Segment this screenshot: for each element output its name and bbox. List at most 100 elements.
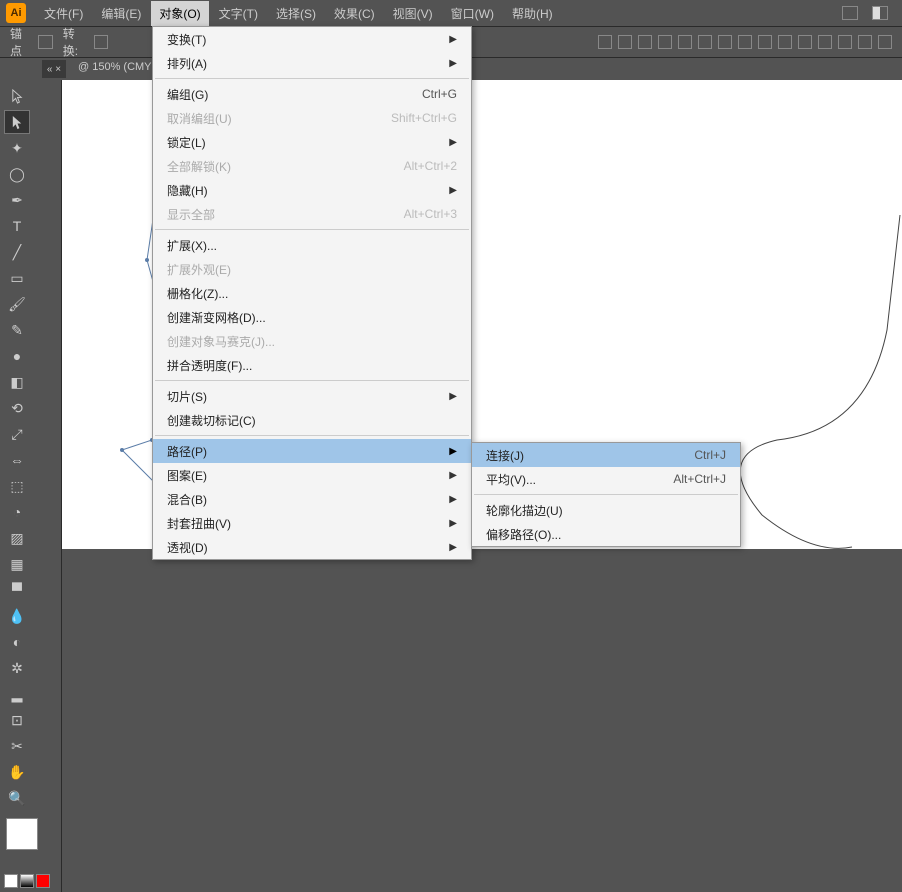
align-6[interactable]: [698, 35, 712, 49]
pencil-tool[interactable]: ✎: [4, 318, 30, 342]
menu-2[interactable]: 对象(O): [151, 1, 208, 26]
menu-3[interactable]: 文字(T): [211, 1, 266, 26]
mesh-tool[interactable]: ▦: [4, 552, 30, 576]
dd-item-4: 取消编组(U)Shift+Ctrl+G: [153, 106, 471, 130]
dd-item-10[interactable]: 扩展(X)...: [153, 233, 471, 257]
dd-arrow-5: ▶: [449, 137, 457, 148]
dd-label-20: 路径(P): [167, 443, 207, 460]
eyedropper-tool[interactable]: 💧: [4, 604, 30, 628]
shape-builder-tool[interactable]: ◔: [4, 500, 30, 524]
dd-item-15[interactable]: 拼合透明度(F)...: [153, 353, 471, 377]
align-12[interactable]: [818, 35, 832, 49]
dd-item-13[interactable]: 创建渐变网格(D)...: [153, 305, 471, 329]
fill-swatch[interactable]: [6, 818, 38, 850]
align-1[interactable]: [598, 35, 612, 49]
hand-tool[interactable]: ✋: [4, 760, 30, 784]
sm-item-4[interactable]: 偏移路径(O)...: [472, 522, 740, 546]
dd-label-15: 拼合透明度(F)...: [167, 357, 252, 374]
dd-label-5: 锁定(L): [167, 134, 206, 151]
width-tool[interactable]: ⇔: [4, 448, 30, 472]
graph-tool[interactable]: ▂: [4, 682, 30, 706]
align-10[interactable]: [778, 35, 792, 49]
menu-6[interactable]: 视图(V): [385, 1, 441, 26]
layout-icon-2[interactable]: [872, 6, 888, 20]
color-mode-2[interactable]: [20, 874, 34, 888]
dd-item-21[interactable]: 图案(E) ▶: [153, 463, 471, 487]
eraser-tool[interactable]: ◧: [4, 370, 30, 394]
rectangle-tool[interactable]: ▭: [4, 266, 30, 290]
paintbrush-tool[interactable]: 🖌: [4, 292, 30, 316]
gradient-tool[interactable]: ▀: [4, 578, 30, 602]
dd-item-17[interactable]: 切片(S)▶: [153, 384, 471, 408]
convert-icon[interactable]: [94, 35, 108, 49]
artboard-tool[interactable]: ⊡: [4, 708, 30, 732]
align-4[interactable]: [658, 35, 672, 49]
free-transform-tool[interactable]: ⬚: [4, 474, 30, 498]
sm-item-1[interactable]: 平均(V)...Alt+Ctrl+J: [472, 467, 740, 491]
selection-tool[interactable]: [4, 84, 30, 108]
slice-tool[interactable]: ✂: [4, 734, 30, 758]
dd-item-12[interactable]: 栅格化(Z)...: [153, 281, 471, 305]
direct-selection-tool[interactable]: [4, 110, 30, 134]
dd-item-7[interactable]: 隐藏(H)▶: [153, 178, 471, 202]
dd-label-24: 透视(D): [167, 539, 208, 556]
zoom-tool[interactable]: 🔍: [4, 786, 30, 810]
menu-5[interactable]: 效果(C): [326, 1, 383, 26]
document-tab[interactable]: @ 150% (CMY: [70, 58, 160, 80]
anchor-label: 锚点: [10, 25, 28, 59]
dd-item-24[interactable]: 透视(D)▶: [153, 535, 471, 559]
align-9[interactable]: [758, 35, 772, 49]
sm-item-3[interactable]: 轮廓化描边(U): [472, 498, 740, 522]
align-13[interactable]: [838, 35, 852, 49]
app-logo: Ai: [6, 3, 26, 23]
dd-label-21: 图案(E): [167, 467, 207, 484]
align-15[interactable]: [878, 35, 892, 49]
dd-item-18[interactable]: 创建裁切标记(C): [153, 408, 471, 432]
menu-1[interactable]: 编辑(E): [93, 1, 149, 26]
align-5[interactable]: [678, 35, 692, 49]
dd-item-1[interactable]: 排列(A)▶: [153, 51, 471, 75]
dd-item-0[interactable]: 变换(T)▶: [153, 27, 471, 51]
panel-collapse[interactable]: « ×: [42, 60, 66, 78]
dd-item-23[interactable]: 封套扭曲(V)▶: [153, 511, 471, 535]
dd-label-12: 栅格化(Z)...: [167, 285, 228, 302]
align-11[interactable]: [798, 35, 812, 49]
dd-item-3[interactable]: 编组(G)Ctrl+G: [153, 82, 471, 106]
type-tool[interactable]: T: [4, 214, 30, 238]
menu-0[interactable]: 文件(F): [36, 1, 91, 26]
sm-label-1: 平均(V)...: [486, 471, 536, 488]
sm-item-0[interactable]: 连接(J)Ctrl+J: [472, 443, 740, 467]
magic-wand-tool[interactable]: ✦: [4, 136, 30, 160]
align-group: [598, 35, 892, 49]
align-2[interactable]: [618, 35, 632, 49]
blob-brush-tool[interactable]: ●: [4, 344, 30, 368]
dd-arrow-21: ▶: [449, 470, 457, 481]
layout-icon-1[interactable]: [842, 6, 858, 20]
dd-item-22[interactable]: 混合(B)▶: [153, 487, 471, 511]
dd-item-5[interactable]: 锁定(L) ▶: [153, 130, 471, 154]
sm-sep-2: [474, 494, 738, 495]
align-3[interactable]: [638, 35, 652, 49]
dd-sep-19: [155, 435, 469, 436]
menu-8[interactable]: 帮助(H): [504, 1, 561, 26]
object-menu-dropdown: 变换(T)▶排列(A)▶ 编组(G)Ctrl+G取消编组(U)Shift+Ctrl…: [152, 26, 472, 560]
anchor-icon[interactable]: [38, 35, 52, 49]
rotate-tool[interactable]: ⟲: [4, 396, 30, 420]
menu-4[interactable]: 选择(S): [268, 1, 324, 26]
align-8[interactable]: [738, 35, 752, 49]
dd-arrow-0: ▶: [449, 34, 457, 45]
menu-7[interactable]: 窗口(W): [443, 1, 502, 26]
blend-tool[interactable]: ◐: [4, 630, 30, 654]
symbol-sprayer-tool[interactable]: ✲: [4, 656, 30, 680]
scale-tool[interactable]: ⤢: [4, 422, 30, 446]
lasso-tool[interactable]: ◯: [4, 162, 30, 186]
line-tool[interactable]: ╱: [4, 240, 30, 264]
perspective-tool[interactable]: ▨: [4, 526, 30, 550]
align-7[interactable]: [718, 35, 732, 49]
color-mode-1[interactable]: [4, 874, 18, 888]
dd-item-20[interactable]: 路径(P)▶: [153, 439, 471, 463]
align-14[interactable]: [858, 35, 872, 49]
color-mode-3[interactable]: [36, 874, 50, 888]
dd-arrow-7: ▶: [449, 185, 457, 196]
pen-tool[interactable]: ✒: [4, 188, 30, 212]
